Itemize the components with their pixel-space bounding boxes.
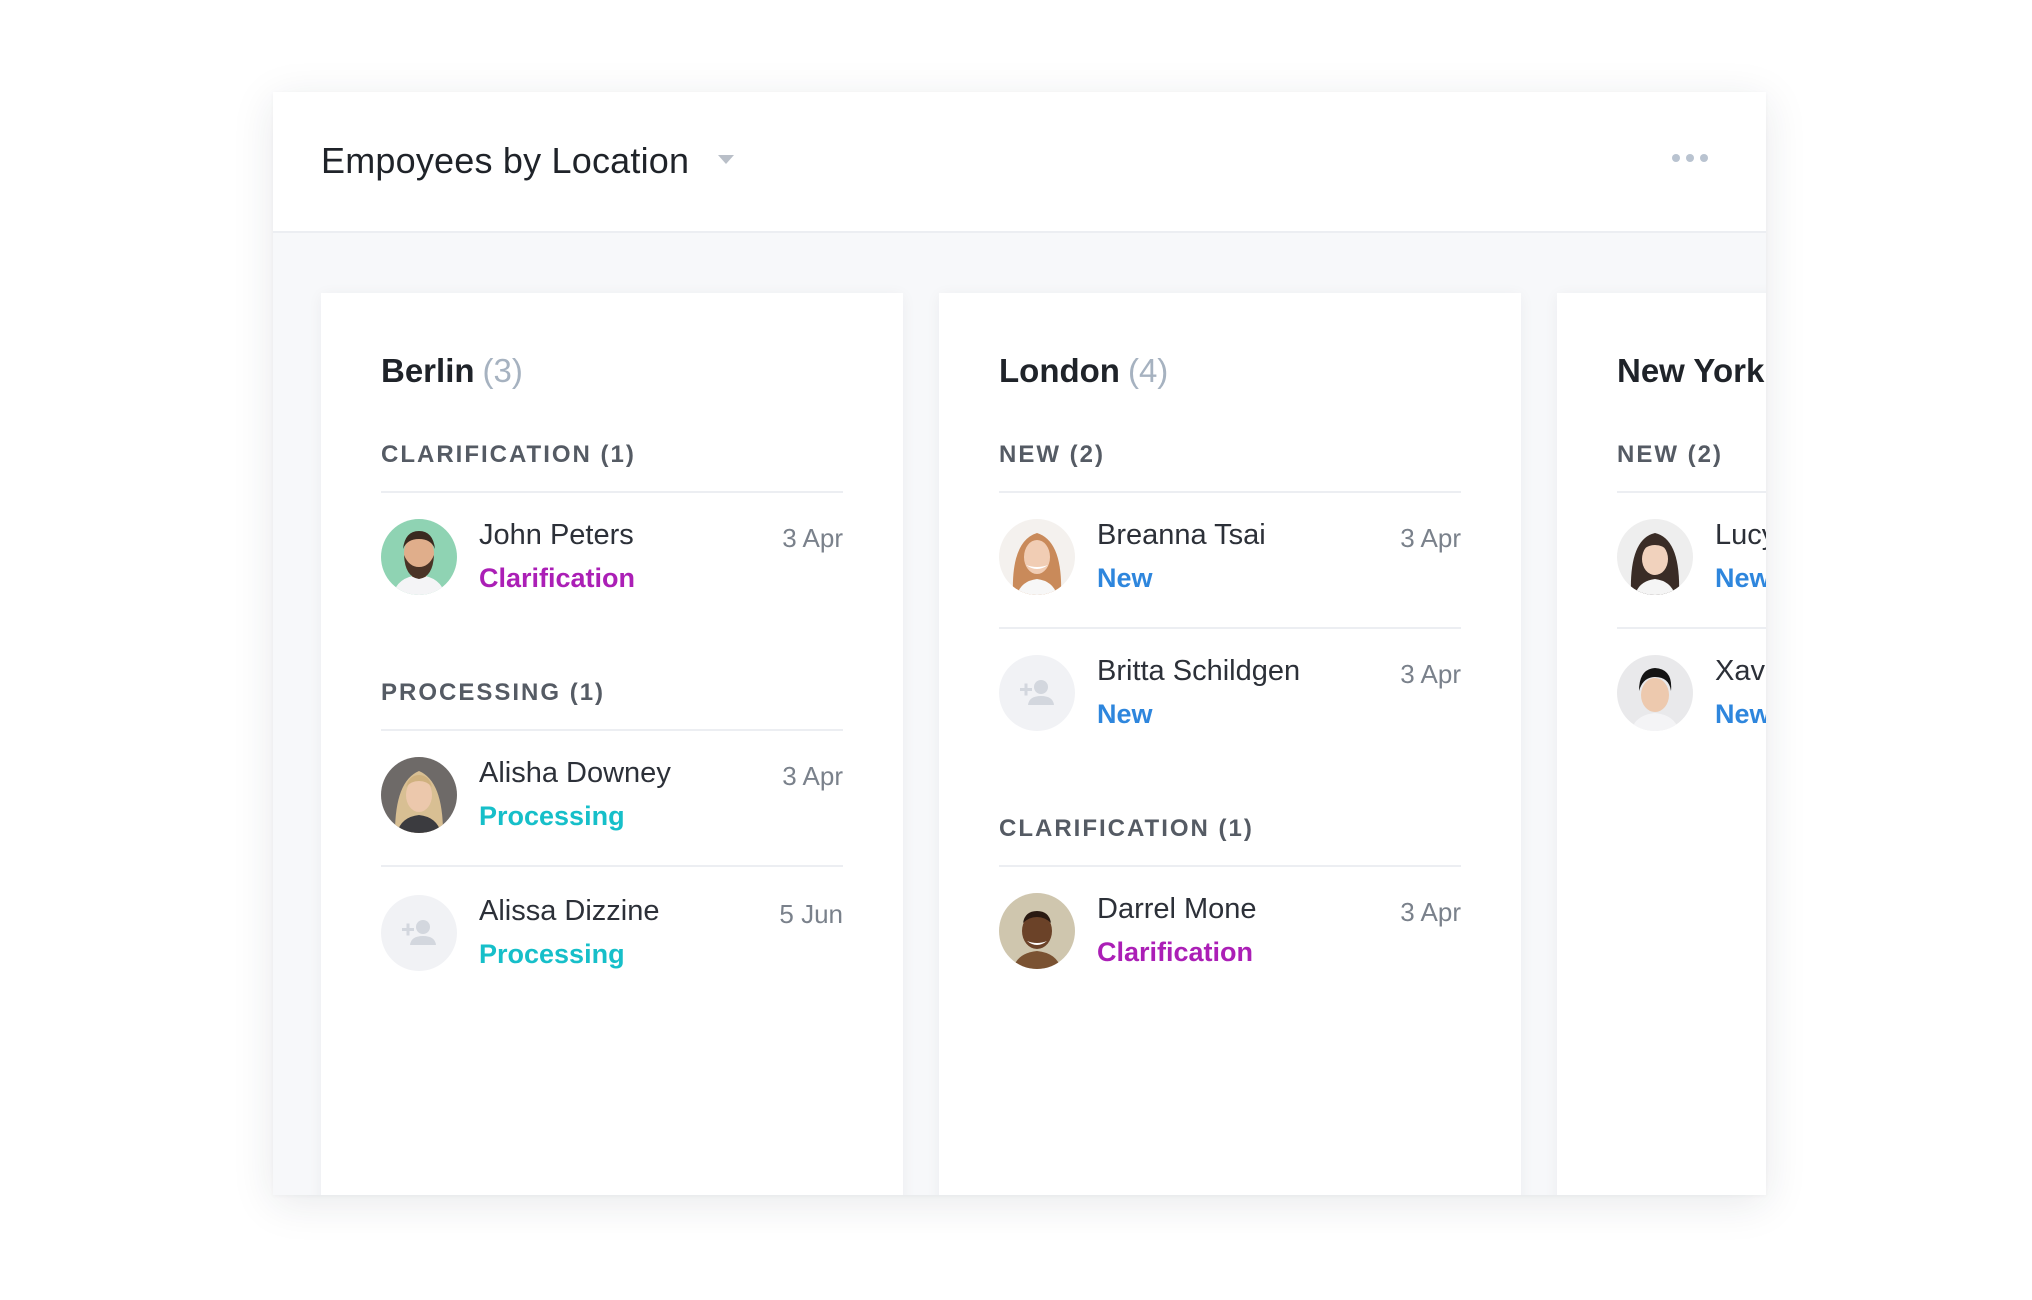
item-date: 3 Apr [782, 761, 843, 791]
item-date: 3 Apr [782, 523, 843, 553]
employee-name: Breanna Tsai [1097, 519, 1266, 551]
employees-widget: Empoyees by Location Berlin (3) CLARIFICA… [273, 92, 1766, 1195]
avatar [1617, 655, 1693, 731]
employee-item[interactable]: Lucy New [1617, 493, 1766, 629]
group-label: CLARIFICATION (1) [999, 815, 1254, 842]
status-badge: New [1097, 699, 1153, 729]
avatar-photo [999, 893, 1075, 969]
avatar [999, 893, 1075, 969]
group-label: CLARIFICATION (1) [381, 441, 636, 468]
employee-name: John Peters [479, 519, 634, 551]
avatar-photo [381, 757, 457, 833]
employee-item[interactable]: Alisha Downey Processing 3 Apr [381, 731, 843, 867]
more-options-button[interactable] [1670, 148, 1710, 168]
employee-name: Britta Schildgen [1097, 655, 1301, 687]
status-badge: New [1715, 563, 1766, 593]
avatar [999, 655, 1075, 731]
employee-name: Alissa Dizzine [479, 895, 660, 927]
location-column-london: London (4) NEW (2) Breanna Tsai New 3 Apr [939, 293, 1521, 1195]
city-count: (4) [1127, 352, 1169, 389]
location-column-berlin: Berlin (3) CLARIFICATION (1) John Peters … [321, 293, 903, 1195]
group-label: NEW (2) [999, 441, 1105, 468]
avatar-photo [1617, 519, 1693, 595]
city-title: New York [1617, 352, 1765, 389]
chevron-down-icon[interactable] [718, 155, 734, 164]
employee-name: Xavi [1715, 655, 1766, 687]
avatar-photo [381, 519, 457, 595]
employee-name: Darrel Mone [1097, 893, 1257, 925]
group-label: NEW (2) [1617, 441, 1723, 468]
widget-header: Empoyees by Location [273, 92, 1766, 233]
item-date: 3 Apr [1400, 523, 1461, 553]
city-title: Berlin (3) [381, 352, 523, 389]
employee-item[interactable]: Darrel Mone Clarification 3 Apr [999, 867, 1461, 1003]
add-user-icon [999, 655, 1075, 731]
employee-item[interactable]: Britta Schildgen New 3 Apr [999, 629, 1461, 765]
item-date: 5 Jun [779, 899, 843, 929]
city-title: London (4) [999, 352, 1169, 389]
avatar [1617, 519, 1693, 595]
avatar [381, 519, 457, 595]
item-divider [381, 865, 843, 867]
status-badge: Clarification [479, 563, 636, 593]
item-date: 3 Apr [1400, 897, 1461, 927]
avatar-photo [999, 519, 1075, 595]
employee-name: Lucy [1715, 519, 1766, 551]
avatar-photo [1617, 655, 1693, 731]
item-date: 3 Apr [1400, 659, 1461, 689]
status-badge: New [1097, 563, 1153, 593]
status-badge: Processing [479, 939, 625, 969]
status-badge: Clarification [1097, 937, 1254, 967]
more-horizontal-icon [1672, 154, 1680, 162]
location-column-new-york: New York NEW (2) Lucy New [1557, 293, 1766, 1195]
city-count: (3) [482, 352, 523, 389]
employee-item[interactable]: John Peters Clarification 3 Apr [381, 493, 843, 629]
widget-title[interactable]: Empoyees by Location [321, 140, 689, 182]
avatar [381, 895, 457, 971]
status-badge: Processing [479, 801, 625, 831]
employee-item[interactable]: Xavi New [1617, 629, 1766, 765]
employee-item[interactable]: Breanna Tsai New 3 Apr [999, 493, 1461, 629]
employee-item[interactable]: Alissa Dizzine Processing 5 Jun [381, 869, 843, 1005]
group-label: PROCESSING (1) [381, 679, 606, 706]
avatar [381, 757, 457, 833]
avatar [999, 519, 1075, 595]
status-badge: New [1715, 699, 1766, 729]
employee-name: Alisha Downey [479, 757, 671, 789]
add-user-icon [381, 895, 457, 971]
